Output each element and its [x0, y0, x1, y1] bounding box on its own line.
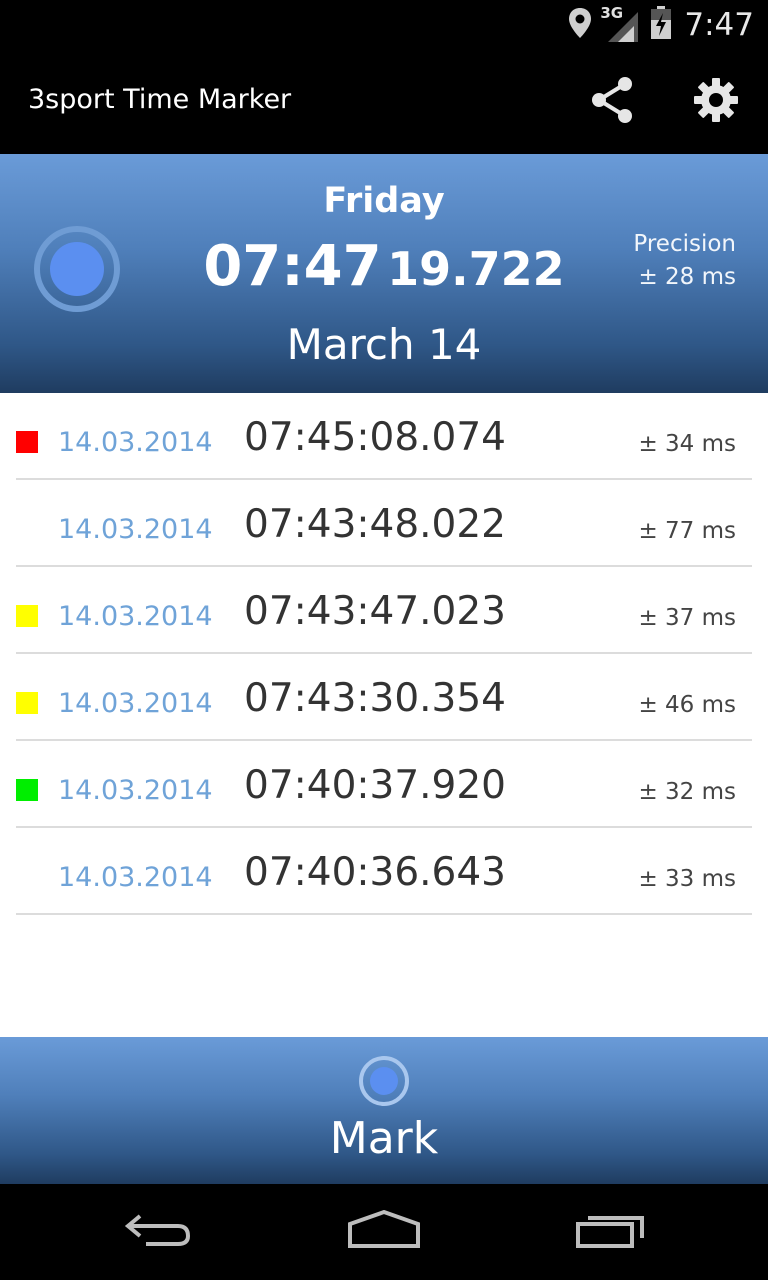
- app-title: 3sport Time Marker: [28, 84, 292, 115]
- mark-time: 07:45:08.074: [244, 415, 506, 460]
- location-icon: [568, 7, 592, 44]
- mark-precision: ± 46 ms: [638, 692, 736, 718]
- mark-button-label: Mark: [329, 1113, 439, 1164]
- mark-time: 07:40:36.643: [244, 850, 506, 895]
- color-tag: [16, 605, 38, 627]
- network-type: 3G: [600, 4, 624, 22]
- list-item[interactable]: 14.03.2014 07:40:36.643 ± 33 ms: [16, 828, 752, 915]
- mark-date: 14.03.2014: [58, 514, 213, 545]
- signal-icon: 3G: [600, 4, 639, 42]
- navigation-bar: [0, 1184, 768, 1280]
- current-time-hm: 07:47: [203, 234, 382, 299]
- precision-value: ± 28 ms: [638, 264, 736, 290]
- mark-time: 07:43:30.354: [244, 676, 506, 721]
- current-time-seconds: 19.722: [387, 242, 565, 296]
- mark-date: 14.03.2014: [58, 775, 213, 806]
- color-tag: [16, 779, 38, 801]
- share-icon: [589, 76, 635, 129]
- mark-time: 07:43:47.023: [244, 589, 506, 634]
- battery-icon: [650, 5, 672, 45]
- home-button[interactable]: [339, 1202, 429, 1262]
- home-icon: [346, 1209, 422, 1255]
- mark-precision: ± 77 ms: [638, 518, 736, 544]
- status-icons: 3G 7:47: [568, 4, 754, 45]
- settings-icon: [693, 77, 739, 128]
- current-day: Friday: [323, 181, 445, 221]
- mark-record-icon: [358, 1055, 410, 1107]
- list-item[interactable]: 14.03.2014 07:43:47.023 ± 37 ms: [16, 567, 752, 654]
- color-tag: [16, 431, 38, 453]
- precision-label: Precision: [633, 231, 736, 257]
- mark-date: 14.03.2014: [58, 427, 213, 458]
- mark-precision: ± 37 ms: [638, 605, 736, 631]
- precision-display: Precision ± 28 ms: [633, 228, 736, 294]
- recent-apps-button[interactable]: [565, 1202, 655, 1262]
- list-item[interactable]: 14.03.2014 07:45:08.074 ± 34 ms: [16, 393, 752, 480]
- color-tag: [16, 692, 38, 714]
- status-bar: 3G 7:47: [0, 0, 768, 50]
- clock-header: Friday 07:47 19.722 March 14 Precision ±…: [0, 154, 768, 393]
- mark-time: 07:40:37.920: [244, 763, 506, 808]
- mark-button[interactable]: Mark: [0, 1037, 768, 1184]
- mark-precision: ± 33 ms: [638, 866, 736, 892]
- mark-precision: ± 32 ms: [638, 779, 736, 805]
- list-item[interactable]: 14.03.2014 07:43:48.022 ± 77 ms: [16, 480, 752, 567]
- status-time: 7:47: [684, 7, 754, 43]
- share-button[interactable]: [584, 74, 640, 130]
- back-icon: [124, 1210, 194, 1255]
- mark-date: 14.03.2014: [58, 601, 213, 632]
- current-date: March 14: [286, 320, 482, 369]
- settings-button[interactable]: [688, 74, 744, 130]
- mark-date: 14.03.2014: [58, 862, 213, 893]
- mark-time: 07:43:48.022: [244, 502, 506, 547]
- back-button[interactable]: [114, 1202, 204, 1262]
- action-bar: 3sport Time Marker: [0, 50, 768, 154]
- list-item[interactable]: 14.03.2014 07:43:30.354 ± 46 ms: [16, 654, 752, 741]
- list-item[interactable]: 14.03.2014 07:40:37.920 ± 32 ms: [16, 741, 752, 828]
- marks-list[interactable]: 14.03.2014 07:45:08.074 ± 34 ms 14.03.20…: [0, 393, 768, 1037]
- mark-precision: ± 34 ms: [638, 431, 736, 457]
- recent-apps-icon: [574, 1210, 646, 1255]
- mark-date: 14.03.2014: [58, 688, 213, 719]
